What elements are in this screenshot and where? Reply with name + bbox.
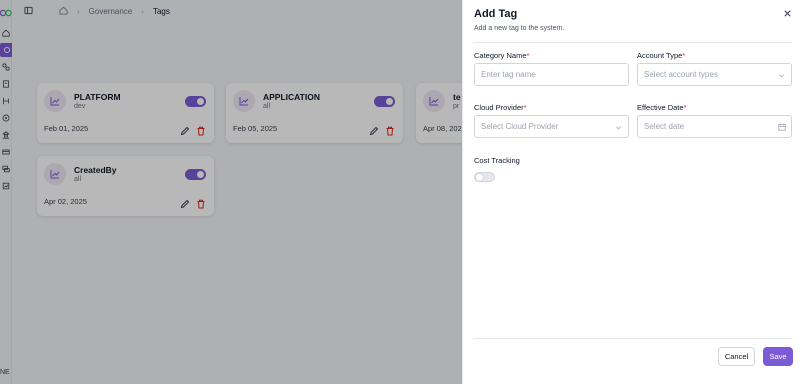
calendar-icon	[778, 123, 786, 131]
cancel-button[interactable]: Cancel	[718, 347, 755, 366]
category-name-label: Category Name*	[474, 51, 530, 60]
divider	[474, 338, 792, 339]
chevron-down-icon	[616, 126, 621, 130]
cost-tracking-label: Cost Tracking	[474, 156, 520, 165]
effective-date-picker[interactable]: Select date	[637, 115, 792, 138]
divider	[474, 42, 792, 43]
chevron-down-icon	[779, 74, 784, 78]
account-type-label: Account Type*	[637, 51, 686, 60]
cloud-provider-select[interactable]: Select Cloud Provider	[474, 115, 629, 138]
category-name-input[interactable]	[474, 63, 629, 86]
add-tag-drawer: Add Tag Add a new tag to the system. Cat…	[462, 0, 800, 384]
cloud-provider-placeholder: Select Cloud Provider	[481, 122, 559, 131]
cost-tracking-toggle[interactable]	[474, 172, 495, 182]
drawer-title: Add Tag	[474, 8, 518, 20]
account-type-placeholder: Select account types	[644, 70, 718, 79]
effective-date-label: Effective Date*	[637, 103, 687, 112]
modal-backdrop[interactable]	[0, 0, 462, 384]
cloud-provider-label: Cloud Provider*	[474, 103, 527, 112]
drawer-subtitle: Add a new tag to the system.	[474, 25, 565, 32]
close-icon[interactable]	[783, 9, 792, 18]
save-button[interactable]: Save	[763, 347, 793, 366]
effective-date-placeholder: Select date	[644, 122, 685, 131]
account-type-select[interactable]: Select account types	[637, 63, 792, 86]
